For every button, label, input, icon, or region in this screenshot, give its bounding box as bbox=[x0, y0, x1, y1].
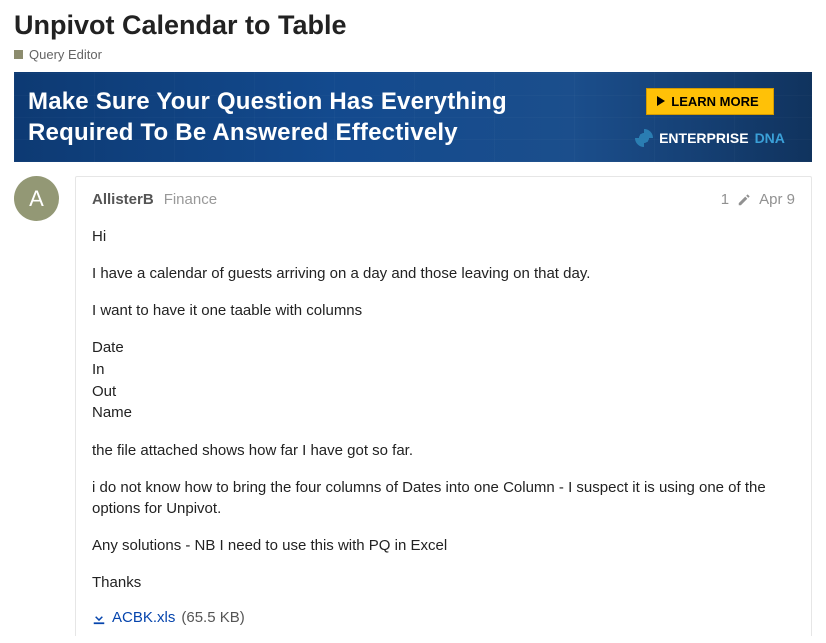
body-paragraph: Thanks bbox=[92, 572, 795, 593]
play-icon bbox=[657, 96, 665, 106]
body-paragraph: I want to have it one taable with column… bbox=[92, 300, 795, 321]
column-name: Date bbox=[92, 337, 795, 359]
category-link[interactable]: Query Editor bbox=[14, 47, 812, 62]
category-swatch bbox=[14, 50, 23, 59]
attachment-size: (65.5 KB) bbox=[181, 609, 244, 626]
topic-title[interactable]: Unpivot Calendar to Table bbox=[14, 10, 812, 41]
brand-logo: ENTERPRISE DNA bbox=[635, 129, 785, 147]
brand-icon bbox=[635, 129, 653, 147]
attachment-link[interactable]: ACBK.xls bbox=[112, 609, 175, 626]
learn-more-label: LEARN MORE bbox=[671, 94, 758, 109]
column-name: Name bbox=[92, 402, 795, 424]
brand-text-right: DNA bbox=[755, 130, 785, 146]
body-paragraph: Hi bbox=[92, 226, 795, 247]
avatar[interactable]: A bbox=[14, 176, 59, 221]
column-name: In bbox=[92, 359, 795, 381]
promo-banner[interactable]: Make Sure Your Question Has Everything R… bbox=[14, 72, 812, 162]
post-body: Hi I have a calendar of guests arriving … bbox=[92, 226, 795, 626]
edit-count: 1 bbox=[721, 191, 729, 208]
body-paragraph: i do not know how to bring the four colu… bbox=[92, 477, 795, 519]
pencil-icon[interactable] bbox=[737, 193, 751, 207]
body-paragraph: Any solutions - NB I need to use this wi… bbox=[92, 535, 795, 556]
attachment-row: ACBK.xls (65.5 KB) bbox=[92, 609, 795, 626]
learn-more-button[interactable]: LEARN MORE bbox=[646, 88, 773, 115]
author-name[interactable]: AllisterB bbox=[92, 191, 154, 208]
author-group: Finance bbox=[164, 191, 217, 208]
brand-text-left: ENTERPRISE bbox=[659, 130, 748, 146]
banner-headline: Make Sure Your Question Has Everything R… bbox=[14, 86, 574, 148]
download-icon bbox=[92, 611, 106, 625]
column-name: Out bbox=[92, 381, 795, 403]
body-paragraph: I have a calendar of guests arriving on … bbox=[92, 263, 795, 284]
body-paragraph: the file attached shows how far I have g… bbox=[92, 440, 795, 461]
post-date[interactable]: Apr 9 bbox=[759, 191, 795, 208]
category-name: Query Editor bbox=[29, 47, 102, 62]
post-card: AllisterB Finance 1 Apr 9 Hi I have a ca… bbox=[75, 176, 812, 636]
